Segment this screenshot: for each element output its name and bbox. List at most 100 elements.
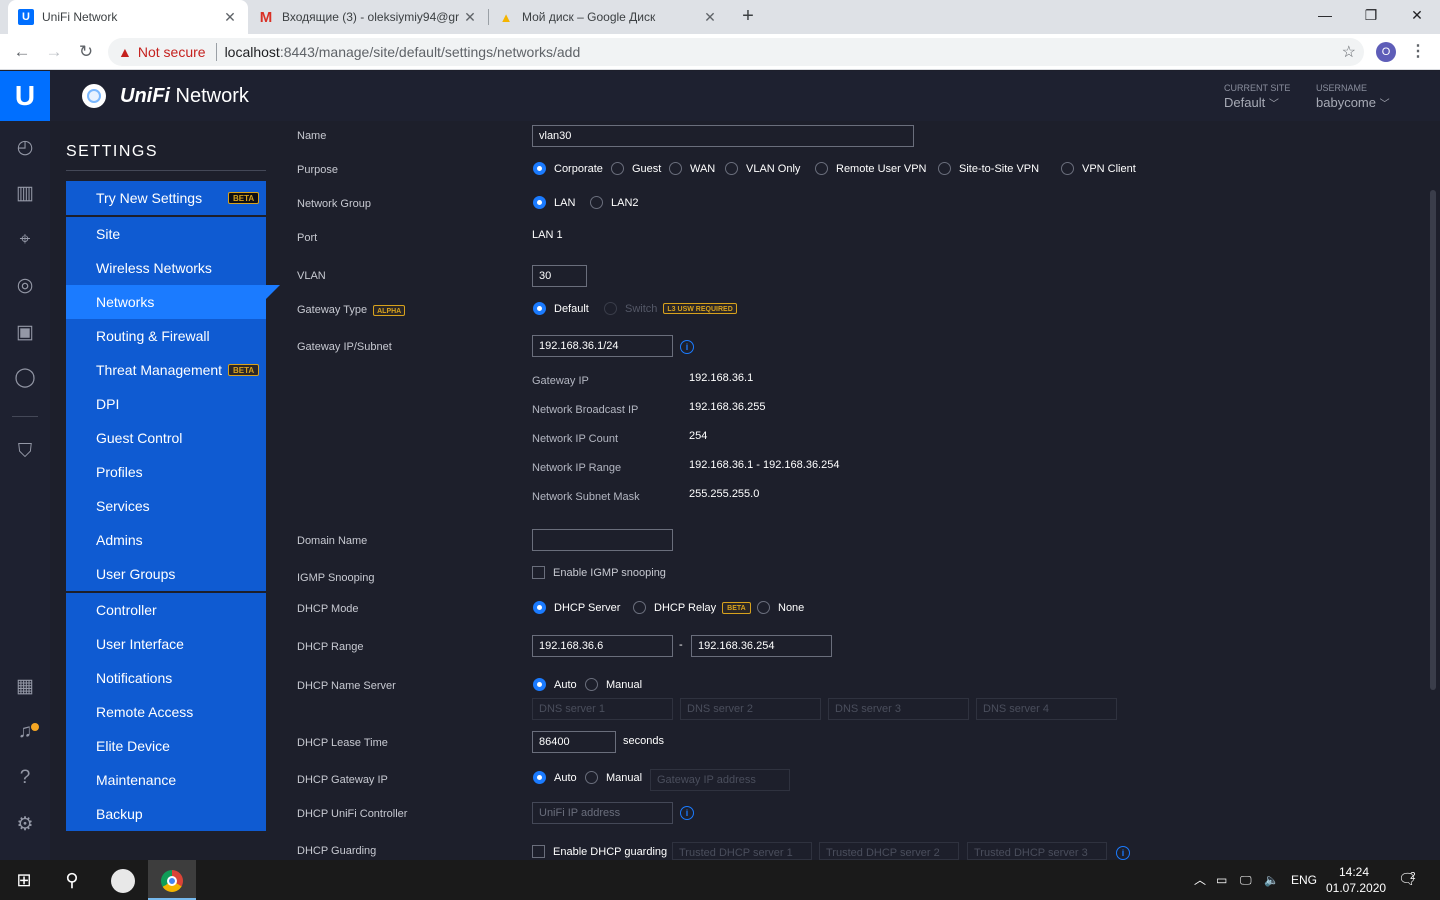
nav-item-user-interface[interactable]: User Interface [66, 627, 266, 661]
dns-server-4-input[interactable]: DNS server 4 [976, 698, 1117, 720]
dns-server-3-input[interactable]: DNS server 3 [828, 698, 969, 720]
nav-item-routing-firewall[interactable]: Routing & Firewall [66, 319, 266, 353]
nav-item-backup[interactable]: Backup [66, 797, 266, 831]
dhcp-guarding-checkbox[interactable]: Enable DHCP guarding [532, 845, 667, 858]
help-icon[interactable]: ? [11, 764, 39, 792]
nav-item-threat-management[interactable]: Threat Management BETA [66, 353, 266, 387]
tab-google-drive[interactable]: ▲ Мой диск – Google Диск ✕ [488, 0, 728, 34]
dhcp-lease-time-input[interactable]: 86400 [532, 731, 616, 753]
close-icon[interactable]: ✕ [462, 9, 478, 26]
dhcp-range-start-input[interactable]: 192.168.36.6 [532, 635, 673, 657]
insights-icon[interactable]: ◯ [11, 364, 39, 392]
trusted-dhcp-3-input[interactable]: Trusted DHCP server 3 [967, 842, 1107, 860]
nav-item-wireless-networks[interactable]: Wireless Networks [66, 251, 266, 285]
purpose-corporate-radio[interactable]: Corporate [533, 162, 603, 175]
domain-name-input[interactable] [532, 529, 673, 551]
username-select[interactable]: babycome ﹀ [1316, 95, 1390, 110]
search-icon[interactable]: ⚲ [48, 860, 96, 900]
tray-network-icon[interactable]: 🖵 [1240, 860, 1252, 900]
dhcp-gw-manual-radio[interactable]: Manual [585, 771, 642, 784]
close-icon[interactable]: ✕ [222, 9, 238, 26]
try-new-settings[interactable]: Try New Settings BETA [66, 181, 266, 215]
nav-item-networks[interactable]: Networks [66, 285, 280, 319]
dns-server-1-input[interactable]: DNS server 1 [532, 698, 673, 720]
gear-icon[interactable]: ⚙ [11, 811, 39, 839]
vlan-input[interactable]: 30 [532, 265, 587, 287]
dhcp-mode-relay-radio[interactable]: DHCP Relay BETA [633, 601, 751, 614]
try-new-settings-item[interactable]: Try New Settings BETA [66, 181, 266, 215]
close-icon[interactable]: ✕ [702, 9, 718, 26]
trusted-dhcp-2-input[interactable]: Trusted DHCP server 2 [819, 842, 959, 860]
minimize-icon[interactable]: — [1302, 0, 1348, 30]
events-icon[interactable]: ▦ [11, 673, 39, 701]
dashboard-icon[interactable]: ◴ [11, 134, 39, 162]
unifi-app-icon[interactable] [99, 860, 147, 900]
dhcp-range-end-input[interactable]: 192.168.36.254 [691, 635, 832, 657]
reload-icon[interactable]: ↻ [74, 40, 98, 64]
unifi-ip-address-input[interactable]: UniFi IP address [532, 802, 673, 824]
page-scrollbar[interactable] [1430, 190, 1436, 690]
purpose-vpn-client-radio[interactable]: VPN Client [1061, 162, 1136, 175]
dhcp-mode-none-radio[interactable]: None [757, 601, 804, 614]
info-icon[interactable]: i [680, 806, 694, 820]
nav-item-maintenance[interactable]: Maintenance [66, 763, 266, 797]
shield-icon[interactable]: ⛉ [11, 438, 39, 466]
nav-item-elite-device[interactable]: Elite Device [66, 729, 266, 763]
gateway-type-default-radio[interactable]: Default [533, 302, 589, 315]
nav-item-services[interactable]: Services [66, 489, 266, 523]
tab-unifi-network[interactable]: U UniFi Network ✕ [8, 0, 248, 34]
info-icon[interactable]: i [1116, 846, 1130, 860]
address-bar[interactable]: ▲ Not secure localhost :8443/manage/site… [108, 38, 1364, 66]
purpose-site-to-site-vpn-radio[interactable]: Site-to-Site VPN [938, 162, 1039, 175]
language-indicator[interactable]: ENG [1291, 860, 1317, 900]
ubiquiti-logo-icon[interactable]: U [0, 71, 50, 121]
igmp-snooping-checkbox[interactable]: Enable IGMP snooping [532, 566, 666, 579]
back-arrow-icon[interactable]: ← [10, 40, 34, 64]
dns-server-2-input[interactable]: DNS server 2 [680, 698, 821, 720]
name-input[interactable]: vlan30 [532, 125, 914, 147]
statistics-icon[interactable]: ▥ [11, 180, 39, 208]
dhcp-ns-manual-radio[interactable]: Manual [585, 678, 642, 691]
gateway-type-switch-radio[interactable]: Switch L3 USW REQUIRED [604, 302, 737, 315]
nav-item-dpi[interactable]: DPI [66, 387, 266, 421]
nav-item-profiles[interactable]: Profiles [66, 455, 266, 489]
window-close-icon[interactable]: ✕ [1394, 0, 1440, 30]
nav-item-admins[interactable]: Admins [66, 523, 266, 557]
dhcp-gw-auto-radio[interactable]: Auto [533, 771, 577, 784]
trusted-dhcp-1-input[interactable]: Trusted DHCP server 1 [672, 842, 812, 860]
tray-chevron-icon[interactable]: ︿ [1194, 860, 1206, 900]
dhcp-ns-auto-radio[interactable]: Auto [533, 678, 577, 691]
taskbar-clock[interactable]: 14:24 01.07.2020 [1326, 864, 1386, 896]
purpose-guest-radio[interactable]: Guest [611, 162, 661, 175]
dhcp-mode-server-radio[interactable]: DHCP Server [533, 601, 620, 614]
maximize-icon[interactable]: ❐ [1348, 0, 1394, 30]
nav-item-user-groups[interactable]: User Groups [66, 557, 266, 591]
gateway-subnet-input[interactable]: 192.168.36.1/24 [532, 335, 673, 357]
nav-item-notifications[interactable]: Notifications [66, 661, 266, 695]
chrome-app-icon[interactable] [148, 860, 196, 900]
nav-item-guest-control[interactable]: Guest Control [66, 421, 266, 455]
gateway-ip-address-input[interactable]: Gateway IP address [650, 769, 790, 791]
browser-menu-icon[interactable]: ⋮ [1410, 41, 1426, 61]
purpose-remote-user-vpn-radio[interactable]: Remote User VPN [815, 162, 926, 175]
purpose-wan-radio[interactable]: WAN [669, 162, 715, 175]
forward-arrow-icon[interactable]: → [42, 40, 66, 64]
current-site-select[interactable]: Default ﹀ [1224, 95, 1279, 110]
security-status[interactable]: Not secure [138, 44, 206, 60]
network-group-lan-radio[interactable]: LAN [533, 196, 575, 209]
windows-start-icon[interactable]: ⊞ [0, 860, 48, 900]
nav-item-remote-access[interactable]: Remote Access [66, 695, 266, 729]
nav-item-site[interactable]: Site [66, 217, 266, 251]
tray-battery-icon[interactable]: ▭ [1216, 860, 1227, 900]
devices-icon[interactable]: ◎ [11, 272, 39, 300]
clients-icon[interactable]: ▣ [11, 319, 39, 347]
tray-volume-icon[interactable]: 🔈 [1264, 860, 1279, 900]
profile-avatar[interactable]: O [1376, 42, 1396, 62]
purpose-vlan-only-radio[interactable]: VLAN Only [725, 162, 800, 175]
bookmark-star-icon[interactable]: ☆ [1342, 42, 1356, 62]
new-tab-button[interactable]: + [738, 6, 758, 26]
network-group-lan2-radio[interactable]: LAN2 [590, 196, 639, 209]
info-icon[interactable]: i [680, 340, 694, 354]
tab-gmail[interactable]: M Входящие (3) - oleksiymiy94@gr ✕ [248, 0, 488, 34]
map-icon[interactable]: ⌖ [11, 226, 39, 254]
